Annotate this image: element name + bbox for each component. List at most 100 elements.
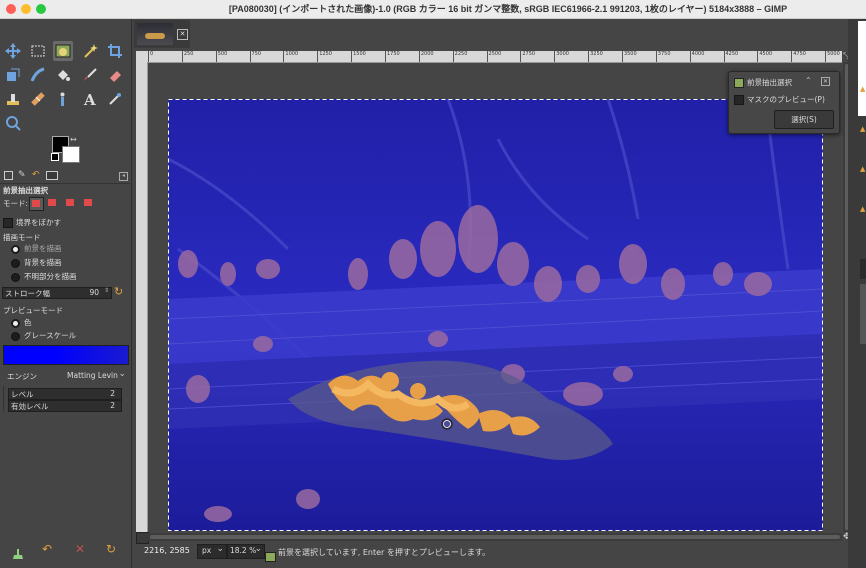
feather-edges-row[interactable]: 境界をぼかす (3, 217, 61, 228)
paintbrush-tool-icon[interactable] (80, 65, 100, 85)
minimize-window-button[interactable] (21, 4, 31, 14)
preview-mode-grayscale[interactable]: グレースケール (11, 330, 76, 341)
pointer-coordinates: 2216, 2585 (144, 546, 190, 555)
window-title: [PA080030] (インポートされた画像)-1.0 (RGB カラー 16 … (228, 4, 788, 14)
color-picker-tool-icon[interactable] (105, 89, 125, 109)
radio-icon[interactable] (11, 331, 20, 341)
ruler-mark-label: 4500 (759, 51, 773, 57)
radio-icon[interactable] (11, 258, 20, 268)
preview-color-button[interactable] (3, 345, 129, 365)
reset-options-icon[interactable]: ↻ (106, 542, 116, 556)
reset-stroke-icon[interactable]: ↻ (114, 285, 123, 298)
canvas-image[interactable] (168, 99, 823, 531)
ruler-mark-label: 1750 (386, 51, 400, 57)
mode-subtract-button[interactable] (64, 197, 77, 209)
mask-preview-label: マスクのプレビュー(P) (747, 95, 825, 104)
swap-colors-icon[interactable]: ↔ (70, 135, 77, 144)
bucket-fill-tool-icon[interactable] (53, 65, 73, 85)
ruler-mark-label: 2000 (420, 51, 434, 57)
mask-preview-checkbox[interactable] (734, 95, 744, 105)
dialog-collapse-icon[interactable]: ⌃ (805, 76, 812, 85)
chevron-down-icon: ⌄ (254, 544, 262, 554)
select-button[interactable]: 選択(S) (774, 110, 834, 129)
levels-spinner[interactable]: レベル 2 (8, 388, 122, 400)
draw-mode-unknown[interactable]: 不明部分を描画 (11, 271, 77, 282)
background-color-swatch[interactable] (62, 146, 80, 163)
radio-icon[interactable] (11, 272, 20, 282)
spinner-arrows-icon[interactable]: ⇕ (104, 287, 109, 294)
draw-mode-unknown-label: 不明部分を描画 (24, 272, 77, 281)
radio-icon[interactable] (11, 244, 20, 254)
ruler-tick (689, 51, 691, 62)
move-tool-icon[interactable] (3, 41, 23, 61)
preview-mode-color[interactable]: 色 (11, 317, 32, 328)
right-dock-tab[interactable] (860, 284, 866, 344)
right-dock-panel: ▲ ▲ ▲ ▲ (848, 19, 866, 568)
mask-preview-row[interactable]: マスクのプレビュー(P) (734, 94, 825, 105)
mode-replace-button[interactable] (29, 197, 44, 211)
ruler-corner (136, 51, 148, 62)
ruler-mark-label: 3750 (657, 51, 671, 57)
smudge-tool-icon[interactable] (53, 89, 73, 109)
foreground-select-dialog: 前景抽出選択 ⌃ ✕ マスクのプレビュー(P) 選択(S) (728, 71, 840, 134)
radio-icon[interactable] (11, 318, 20, 328)
right-dock-tab[interactable] (860, 259, 866, 279)
rect-select-tool-icon[interactable] (28, 41, 48, 61)
unified-transform-tool-icon[interactable] (3, 65, 23, 85)
mode-label: モード: (3, 199, 29, 208)
ruler-tick (283, 51, 285, 62)
preview-mode-color-label: 色 (24, 318, 32, 327)
undo-history-tab-icon[interactable]: ↶ (32, 170, 40, 180)
ruler-tick (249, 51, 251, 62)
ruler-mark-label: 250 (183, 51, 194, 57)
stroke-width-label: ストローク幅 (5, 289, 50, 298)
zoom-tool-icon[interactable] (3, 113, 23, 133)
images-tab-icon[interactable] (46, 171, 58, 180)
mode-intersect-button[interactable] (82, 197, 95, 209)
image-tab[interactable]: ✕ (134, 20, 190, 48)
close-window-button[interactable] (6, 4, 16, 14)
fuzzy-select-tool-icon[interactable] (80, 41, 100, 61)
delete-options-icon[interactable]: ✕ (75, 542, 85, 556)
close-icon[interactable]: ✕ (177, 29, 188, 40)
horizontal-scrollbar[interactable] (148, 533, 842, 541)
unit-select[interactable]: px ⌄ (197, 544, 227, 559)
levels-value: 2 (110, 389, 115, 398)
ruler-tick (418, 51, 420, 62)
preview-mode-grayscale-label: グレースケール (24, 331, 77, 340)
divider (0, 183, 130, 184)
stroke-width-spinner[interactable]: ストローク幅 90 ⇕ (2, 287, 112, 299)
active-levels-spinner[interactable]: 有効レベル 2 (8, 400, 122, 412)
draw-mode-foreground[interactable]: 前景を描画 (11, 243, 62, 254)
mode-add-button[interactable] (46, 197, 59, 209)
dialog-close-icon[interactable]: ✕ (821, 77, 830, 86)
foreground-select-tool-icon[interactable] (53, 41, 73, 61)
zoom-window-button[interactable] (36, 4, 46, 14)
ruler-tick (621, 51, 623, 62)
eraser-tool-icon[interactable] (105, 65, 125, 85)
ruler-mark-label: 500 (217, 51, 228, 57)
warp-tool-icon[interactable] (28, 65, 48, 85)
clone-tool-icon[interactable] (3, 89, 23, 109)
configure-tab-icon[interactable]: ◂ (119, 172, 128, 181)
device-status-tab-icon[interactable]: ✎ (18, 170, 26, 180)
zoom-select[interactable]: 18.2 % ⌄ (227, 544, 265, 559)
engine-select[interactable]: エンジン Matting Levin ⌄ (2, 369, 128, 383)
vertical-ruler (136, 62, 148, 532)
save-options-icon[interactable] (12, 545, 24, 559)
tool-options-tab-icon[interactable] (4, 171, 13, 180)
select-button-label: 選択(S) (791, 115, 817, 124)
ruler-tick (486, 51, 488, 62)
text-tool-icon[interactable]: A (80, 89, 100, 109)
levels-group: レベル 2 有効レベル 2 (3, 386, 128, 412)
window-titlebar: [PA080030] (インポートされた画像)-1.0 (RGB カラー 16 … (0, 0, 866, 19)
active-levels-label: 有効レベル (11, 402, 49, 411)
default-colors-icon[interactable] (51, 153, 59, 161)
feather-checkbox[interactable] (3, 218, 13, 228)
draw-mode-background[interactable]: 背景を描画 (11, 257, 62, 268)
heal-tool-icon[interactable] (28, 89, 48, 109)
crop-tool-icon[interactable] (105, 41, 125, 61)
stroke-width-value: 90 (89, 288, 99, 297)
restore-options-icon[interactable]: ↶ (42, 542, 52, 556)
ruler-tick (452, 51, 454, 62)
